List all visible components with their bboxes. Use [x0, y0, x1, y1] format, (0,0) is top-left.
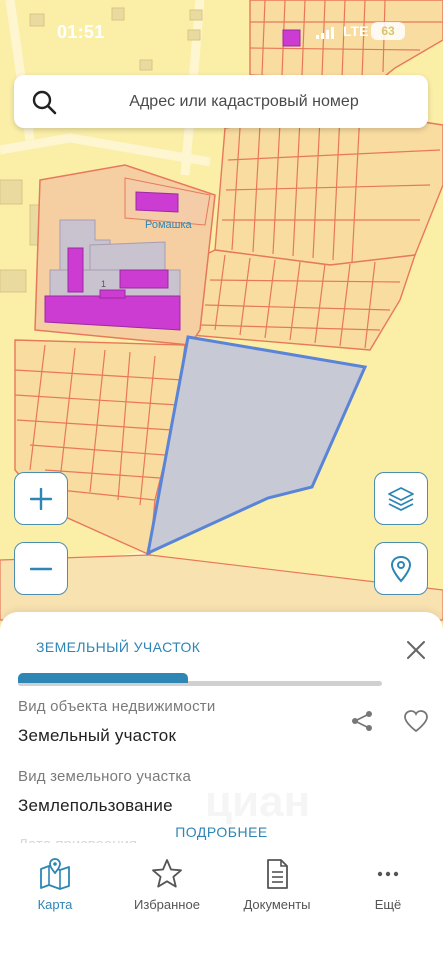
property-type-value: Земельный участок [18, 726, 177, 745]
nav-label-more: Ещё [374, 897, 402, 912]
land-plot-type-label: Вид земельного участка [18, 768, 192, 785]
nav-item-more[interactable]: Ещё [333, 857, 443, 912]
heart-icon[interactable] [403, 709, 429, 733]
location-pin-icon [390, 555, 412, 582]
search-icon [32, 90, 57, 115]
share-icon[interactable] [350, 709, 374, 733]
watermark-logo: циан [205, 777, 310, 827]
minus-icon [30, 567, 52, 570]
nav-item-documents[interactable]: Документы [222, 857, 332, 912]
search-bar[interactable] [14, 75, 428, 128]
signal-icon [316, 27, 334, 39]
zoom-in-button[interactable] [14, 472, 68, 525]
map-place-label: Ромашка [145, 219, 193, 231]
layers-icon [388, 486, 414, 511]
battery-indicator: 63 [371, 22, 405, 40]
status-bar: 01:51 LTE 63 [0, 0, 443, 64]
nav-item-favorites[interactable]: Избранное [112, 857, 222, 912]
nav-label-documents: Документы [243, 897, 311, 912]
bottom-navigation: Карта Избранное Документы Ещё [0, 843, 443, 960]
network-type: LTE [343, 23, 369, 39]
status-time: 01:51 [57, 22, 105, 42]
map-icon [40, 858, 70, 890]
property-type-label: Вид объекта недвижимости [18, 698, 216, 715]
land-plot-type-value: Землепользование [18, 796, 173, 815]
tab-indicator [18, 673, 188, 683]
plus-icon [30, 487, 52, 510]
nav-item-map[interactable]: Карта [0, 857, 110, 912]
my-location-button[interactable] [374, 542, 428, 595]
close-icon[interactable] [403, 637, 429, 663]
star-icon [152, 859, 182, 888]
document-icon [267, 859, 288, 889]
nav-label-favorites: Избранное [134, 897, 200, 912]
more-details-link[interactable]: ПОДРОБНЕЕ [0, 824, 443, 840]
layers-button[interactable] [374, 472, 428, 525]
search-input[interactable] [74, 75, 414, 128]
map-building-number: 1 [101, 279, 106, 289]
tab-land-plot[interactable]: ЗЕМЕЛЬНЫЙ УЧАСТОК [36, 639, 200, 655]
more-icon [377, 871, 399, 877]
zoom-out-button[interactable] [14, 542, 68, 595]
nav-label-map: Карта [37, 897, 73, 912]
